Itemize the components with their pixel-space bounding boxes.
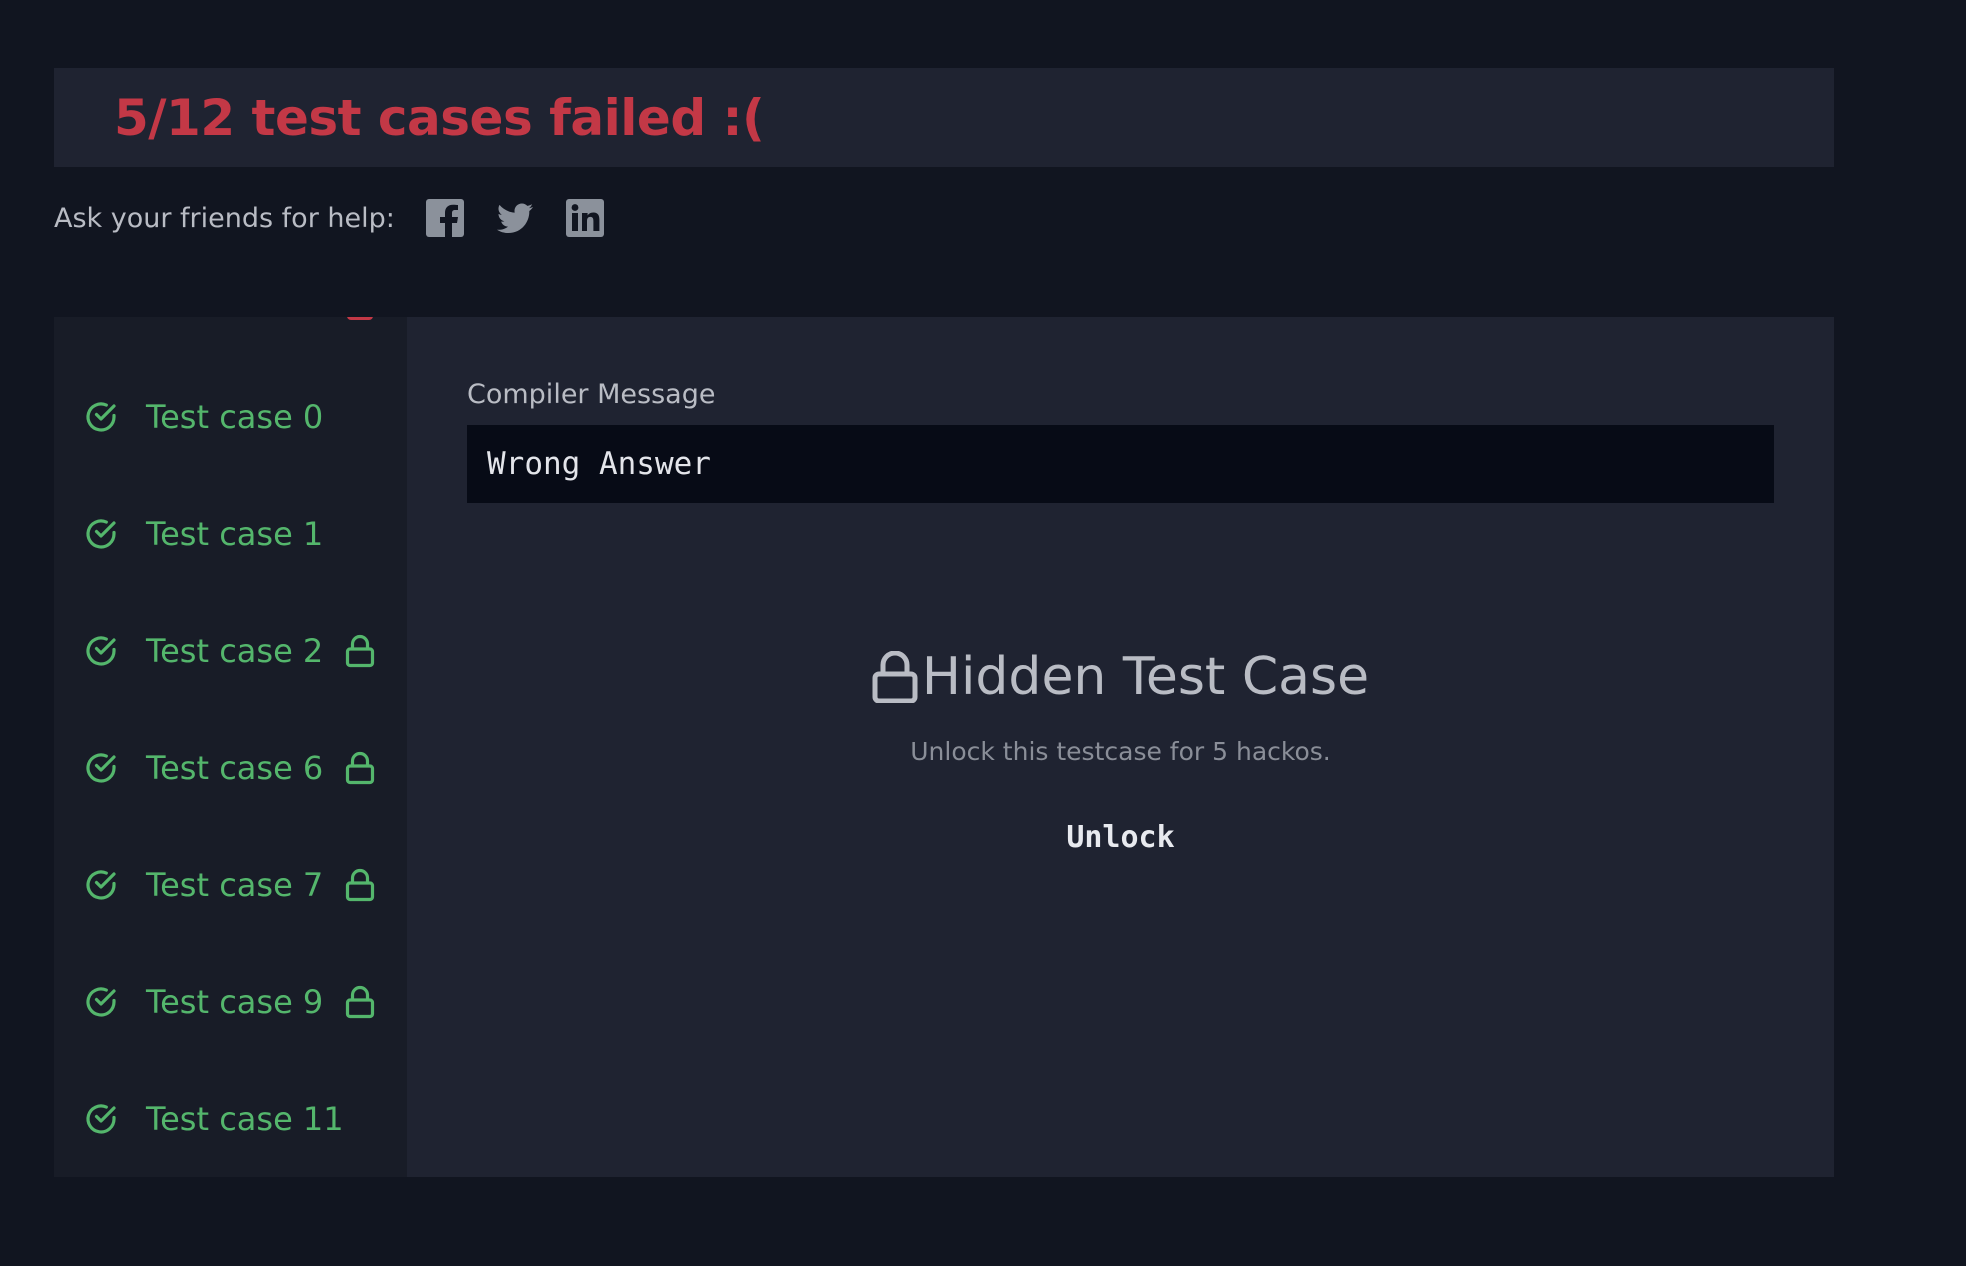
twitter-icon[interactable] bbox=[495, 198, 535, 238]
test-case-label: Test case 0 bbox=[146, 398, 324, 436]
test-case-detail: Compiler Message Wrong Answer Hidden Tes… bbox=[407, 317, 1834, 1177]
test-case-item[interactable]: Test case 1 bbox=[54, 504, 407, 564]
share-row: Ask your friends for help: bbox=[54, 196, 635, 240]
check-circle-icon bbox=[84, 517, 118, 551]
hidden-test-case-header: Hidden Test Case bbox=[407, 647, 1834, 707]
lock-icon bbox=[345, 868, 375, 902]
compiler-message-text: Wrong Answer bbox=[487, 446, 711, 482]
hidden-test-case-subtitle: Unlock this testcase for 5 hackos. bbox=[910, 737, 1331, 766]
test-case-item[interactable]: Test case 7 bbox=[54, 855, 407, 915]
lock-icon bbox=[345, 751, 375, 785]
test-case-sidebar[interactable]: Test case 0 Test case 1 Test case 2 Test ca… bbox=[54, 317, 407, 1177]
lock-icon bbox=[872, 651, 918, 703]
test-case-item[interactable]: Test case 11 bbox=[54, 1089, 407, 1149]
check-circle-icon bbox=[84, 868, 118, 902]
test-case-item[interactable]: Test case 0 bbox=[54, 387, 407, 447]
test-case-item[interactable]: Test case 6 bbox=[54, 738, 407, 798]
check-circle-icon bbox=[84, 400, 118, 434]
test-case-label: Test case 9 bbox=[146, 983, 324, 1021]
test-case-label: Test case 11 bbox=[146, 1100, 344, 1138]
linkedin-icon[interactable] bbox=[565, 198, 605, 238]
test-case-label: Test case 2 bbox=[146, 632, 324, 670]
test-case-item[interactable]: Test case 9 bbox=[54, 972, 407, 1032]
result-banner: 5/12 test cases failed :( bbox=[54, 68, 1834, 167]
facebook-icon[interactable] bbox=[425, 198, 465, 238]
test-case-label: Test case 1 bbox=[146, 515, 324, 553]
share-label: Ask your friends for help: bbox=[54, 202, 395, 234]
compiler-message-label: Compiler Message bbox=[467, 379, 716, 410]
test-case-label: Test case 7 bbox=[146, 866, 324, 904]
test-case-label: Test case 6 bbox=[146, 749, 324, 787]
lock-icon bbox=[345, 985, 375, 1019]
hidden-test-case-title: Hidden Test Case bbox=[921, 647, 1370, 707]
compiler-message-box: Wrong Answer bbox=[467, 425, 1774, 503]
failed-indicator bbox=[347, 317, 373, 320]
result-title: 5/12 test cases failed :( bbox=[114, 88, 765, 147]
check-circle-icon bbox=[84, 634, 118, 668]
unlock-button[interactable]: Unlock bbox=[1007, 813, 1234, 861]
check-circle-icon bbox=[84, 1102, 118, 1136]
test-case-item[interactable]: Test case 2 bbox=[54, 621, 407, 681]
check-circle-icon bbox=[84, 751, 118, 785]
results-panel: Test case 0 Test case 1 Test case 2 Test ca… bbox=[54, 317, 1834, 1177]
check-circle-icon bbox=[84, 985, 118, 1019]
lock-icon bbox=[345, 634, 375, 668]
